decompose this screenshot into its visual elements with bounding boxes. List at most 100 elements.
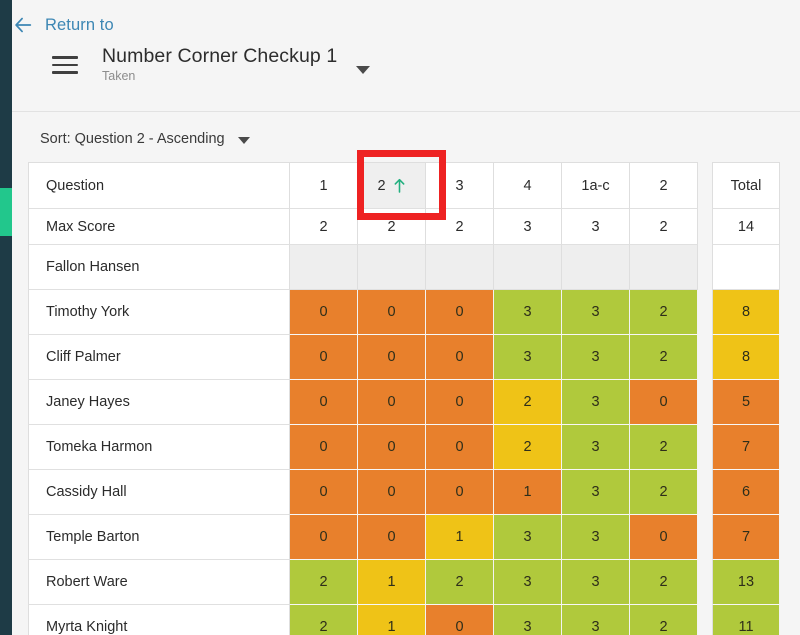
column-gap: [698, 290, 712, 335]
table-row[interactable]: Janey Hayes 0 0 0 2 3 0 5: [28, 380, 800, 425]
score-cell: 3: [562, 560, 630, 605]
score-cell: 3: [494, 560, 562, 605]
sort-control[interactable]: Sort: Question 2 - Ascending: [40, 131, 250, 147]
score-cell: 0: [630, 380, 698, 425]
app-root: Return to Number Corner Checkup 1 Taken …: [0, 0, 800, 635]
question-column-header-4[interactable]: 4: [494, 162, 562, 209]
max-score-value-1: 2: [290, 209, 358, 245]
max-score-value-2: 2: [358, 209, 426, 245]
left-rail: [0, 0, 12, 635]
total-score-cell: 5: [712, 380, 780, 425]
table-row[interactable]: Tomeka Harmon 0 0 0 2 3 2 7: [28, 425, 800, 470]
question-column-label: 3: [455, 177, 464, 194]
column-gap: [698, 470, 712, 515]
student-name: Tomeka Harmon: [28, 425, 290, 470]
total-score-cell: 7: [712, 515, 780, 560]
score-cell: 3: [494, 290, 562, 335]
score-cell: [358, 245, 426, 290]
page-surface: Return to Number Corner Checkup 1 Taken …: [12, 0, 800, 635]
table-row[interactable]: Temple Barton 0 0 1 3 3 0 7: [28, 515, 800, 560]
total-column-header: Total: [712, 162, 780, 209]
max-score-value-3: 2: [426, 209, 494, 245]
total-score-cell: 13: [712, 560, 780, 605]
max-score-value-4: 3: [494, 209, 562, 245]
score-cell: [426, 245, 494, 290]
max-score-label: Max Score: [28, 209, 290, 245]
table-row[interactable]: Timothy York 0 0 0 3 3 2 8: [28, 290, 800, 335]
question-row-label: Question: [28, 162, 290, 209]
score-cell: 2: [494, 380, 562, 425]
question-column-label: 2: [377, 177, 386, 194]
score-cell: 3: [494, 515, 562, 560]
score-cell: 2: [630, 290, 698, 335]
score-cell: 2: [630, 560, 698, 605]
chevron-down-icon[interactable]: [356, 66, 370, 74]
student-name: Cliff Palmer: [28, 335, 290, 380]
score-cell: 3: [562, 290, 630, 335]
score-cell: 1: [358, 560, 426, 605]
table-row[interactable]: Robert Ware 2 1 2 3 3 2 13: [28, 560, 800, 605]
column-gap: [698, 209, 712, 245]
student-name: Janey Hayes: [28, 380, 290, 425]
table-row[interactable]: Myrta Knight 2 1 0 3 3 2 11: [28, 605, 800, 635]
return-to-link[interactable]: Return to: [12, 14, 114, 36]
score-cell: 0: [358, 470, 426, 515]
total-score-cell: 8: [712, 290, 780, 335]
score-cell: [562, 245, 630, 290]
max-score-row: Max Score 2 2 2 3 3 2 14: [28, 209, 800, 245]
score-cell: 0: [358, 515, 426, 560]
score-cell: 3: [562, 425, 630, 470]
question-column-header-2[interactable]: 2: [358, 162, 426, 209]
score-cell: 2: [630, 425, 698, 470]
column-gap: [698, 245, 712, 290]
assessment-status-label: Taken: [102, 69, 136, 83]
score-cell: 3: [562, 515, 630, 560]
student-name: Robert Ware: [28, 560, 290, 605]
score-cell: 0: [290, 335, 358, 380]
table-row[interactable]: Fallon Hansen: [28, 245, 800, 290]
table-row[interactable]: Cliff Palmer 0 0 0 3 3 2 8: [28, 335, 800, 380]
score-cell: [630, 245, 698, 290]
total-score-cell: 8: [712, 335, 780, 380]
score-cell: 0: [426, 290, 494, 335]
score-cell: 2: [494, 425, 562, 470]
question-column-header-3[interactable]: 3: [426, 162, 494, 209]
max-score-total: 14: [712, 209, 780, 245]
student-name: Fallon Hansen: [28, 245, 290, 290]
column-gap: [698, 380, 712, 425]
arrow-up-icon: [394, 178, 404, 193]
total-score-cell: 6: [712, 470, 780, 515]
score-cell: [494, 245, 562, 290]
score-cell: 1: [494, 470, 562, 515]
total-score-cell: 11: [712, 605, 780, 635]
column-gap: [698, 605, 712, 635]
question-column-header-6[interactable]: 2: [630, 162, 698, 209]
question-column-header-1[interactable]: 1: [290, 162, 358, 209]
score-cell: 3: [562, 470, 630, 515]
score-cell: 0: [290, 425, 358, 470]
score-cell: 2: [290, 560, 358, 605]
score-cell: 3: [562, 380, 630, 425]
score-cell: [290, 245, 358, 290]
score-cell: 2: [630, 605, 698, 635]
max-score-value-5: 3: [562, 209, 630, 245]
table-row[interactable]: Cassidy Hall 0 0 0 1 3 2 6: [28, 470, 800, 515]
table-header-row: Question 1 2 3 4 1a-c 2 Total: [28, 162, 800, 209]
score-cell: 3: [562, 605, 630, 635]
question-column-header-5[interactable]: 1a-c: [562, 162, 630, 209]
score-cell: 2: [290, 605, 358, 635]
score-cell: 0: [290, 380, 358, 425]
score-cell: 0: [426, 380, 494, 425]
score-cell: 0: [426, 425, 494, 470]
score-cell: 2: [426, 560, 494, 605]
student-name: Cassidy Hall: [28, 470, 290, 515]
hamburger-icon[interactable]: [52, 56, 78, 74]
scores-table: Question 1 2 3 4 1a-c 2 Total Max Score 2 2 2 3 3 2 14 F…: [28, 162, 800, 635]
page-title: Number Corner Checkup 1: [102, 45, 338, 67]
score-cell: 0: [290, 470, 358, 515]
assessment-title-row: Number Corner Checkup 1 Taken: [40, 44, 380, 96]
question-column-label: 1: [319, 177, 328, 194]
score-cell: 2: [630, 335, 698, 380]
rail-active-indicator: [0, 188, 12, 236]
total-score-cell: 7: [712, 425, 780, 470]
